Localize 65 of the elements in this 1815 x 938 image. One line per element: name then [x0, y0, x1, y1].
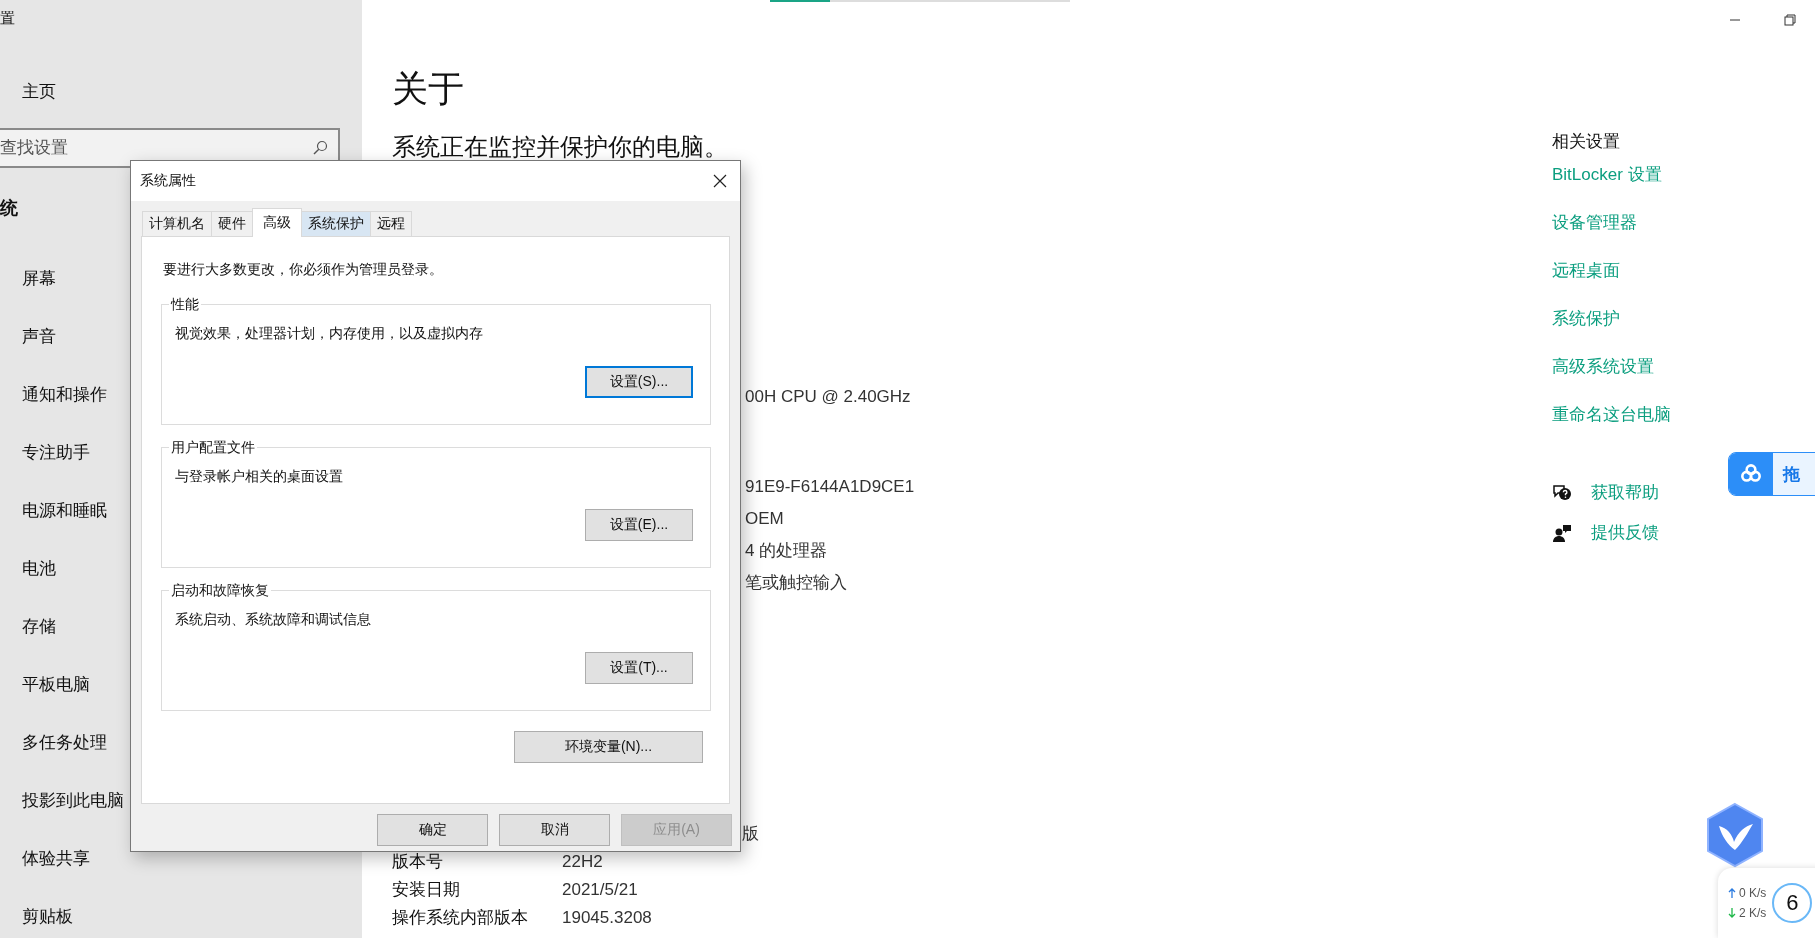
- spec-value: 00H CPU @ 2.40GHz: [745, 386, 911, 408]
- upload-speed: 0 K/s: [1739, 886, 1767, 900]
- spec-value: 91E9-F6144A1D9CE1: [745, 476, 915, 498]
- nav-item[interactable]: 声音: [0, 308, 56, 366]
- help-chat-icon: [1552, 483, 1572, 503]
- spec-value: 19045.3208: [562, 907, 652, 929]
- settings-link[interactable]: 系统保护: [1552, 305, 1620, 333]
- settings-link[interactable]: 设备管理器: [1552, 209, 1637, 237]
- speed-badge: 6: [1772, 883, 1813, 923]
- nav-item[interactable]: 体验共享: [0, 830, 90, 888]
- group-description: 视觉效果，处理器计划，内存使用，以及虚拟内存: [175, 324, 483, 343]
- dialog-title: 系统属性: [140, 172, 196, 190]
- spec-label: 版本号: [392, 851, 444, 873]
- spec-label: 操作系统内部版本: [392, 907, 529, 929]
- notice-text: 要进行大多数更改，你必须作为管理员登录。: [162, 260, 443, 279]
- restore-icon[interactable]: [1784, 14, 1796, 26]
- spec-value: 4 的处理器: [745, 540, 828, 562]
- spec-value: 笔或触控输入: [745, 572, 847, 594]
- nav-item[interactable]: 剪贴板: [0, 905, 73, 929]
- dialog-tab[interactable]: 计算机名: [142, 211, 212, 236]
- nav-item[interactable]: 平板电脑: [0, 656, 90, 714]
- download-arrow-icon: [1728, 908, 1736, 918]
- settings-button[interactable]: 设置(S)...: [585, 366, 693, 398]
- page-title: 关于: [392, 67, 464, 111]
- dialog-tab[interactable]: 系统保护: [301, 211, 371, 236]
- spec-value: 2021/5/21: [562, 879, 638, 901]
- group-title: 性能: [169, 294, 201, 314]
- help-link[interactable]: 获取帮助: [1591, 479, 1659, 507]
- drag-widget[interactable]: 拖: [1728, 452, 1815, 496]
- spec-value: 版: [742, 823, 759, 845]
- group-title: 用户配置文件: [169, 437, 257, 457]
- download-speed: 2 K/s: [1739, 906, 1767, 920]
- settings-button[interactable]: 设置(E)...: [585, 509, 693, 541]
- group-title: 启动和故障恢复: [169, 580, 271, 600]
- dialog-button[interactable]: 取消: [499, 814, 610, 846]
- dialog-tab[interactable]: 高级: [252, 208, 302, 237]
- close-icon[interactable]: [713, 174, 727, 188]
- search-icon[interactable]: [312, 140, 328, 156]
- settings-link[interactable]: 远程桌面: [1552, 257, 1620, 285]
- nav-item[interactable]: 存储: [0, 598, 56, 656]
- home-link[interactable]: 主页: [0, 74, 56, 110]
- person-feedback-icon: [1552, 523, 1572, 543]
- window-title: 置: [0, 8, 16, 28]
- dialog-button[interactable]: 确定: [377, 814, 488, 846]
- drag-label: 拖: [1783, 463, 1800, 486]
- nav-item[interactable]: 电池: [0, 540, 56, 598]
- nav-item[interactable]: 电源和睡眠: [0, 482, 107, 540]
- settings-button[interactable]: 设置(T)...: [585, 652, 693, 684]
- nav-item[interactable]: 多任务处理: [0, 714, 107, 772]
- section-heading: 相关设置: [1552, 131, 1620, 153]
- nav-item[interactable]: 通知和操作: [0, 366, 107, 424]
- nav-item[interactable]: 投影到此电脑: [0, 772, 124, 830]
- environment-variables-button[interactable]: 环境变量(N)...: [514, 731, 703, 763]
- help-link[interactable]: 提供反馈: [1591, 519, 1659, 547]
- nav-item[interactable]: 屏幕: [0, 250, 56, 308]
- spec-label: 安装日期: [392, 879, 461, 901]
- nav-item[interactable]: 专注助手: [0, 424, 90, 482]
- group-description: 系统启动、系统故障和调试信息: [175, 610, 371, 629]
- spec-value: 22H2: [562, 851, 603, 873]
- page-subtitle: 系统正在监控并保护你的电脑。: [392, 132, 728, 162]
- upload-arrow-icon: [1728, 888, 1736, 898]
- group-description: 与登录帐户相关的桌面设置: [175, 467, 343, 486]
- spec-value: OEM: [745, 508, 784, 530]
- dialog-tab[interactable]: 远程: [370, 211, 412, 236]
- section-heading: 统: [0, 197, 18, 220]
